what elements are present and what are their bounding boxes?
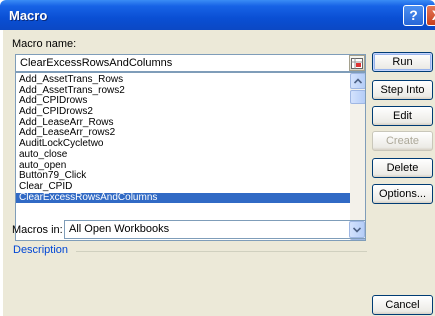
- description-divider: [76, 251, 367, 252]
- scroll-up-button[interactable]: [350, 73, 365, 89]
- macro-list-item[interactable]: Clear_CPID: [16, 181, 350, 193]
- macro-list-item[interactable]: auto_close: [16, 149, 350, 161]
- create-button[interactable]: Create: [372, 131, 433, 151]
- macros-in-label: Macros in:: [12, 224, 63, 236]
- chevron-down-icon: [353, 226, 361, 233]
- dialog-body: Macro name: ClearExcessRowsAndColumns Ad…: [3, 30, 435, 316]
- macro-list-item[interactable]: ClearExcessRowsAndColumns: [16, 192, 350, 204]
- window-title: Macro: [9, 8, 48, 23]
- step-into-button[interactable]: Step Into: [372, 80, 433, 100]
- macro-list[interactable]: Add_AssetTrans_Rows Add_AssetTrans_rows2 A…: [15, 72, 366, 241]
- description-label: Description: [13, 244, 69, 256]
- range-picker-icon: [351, 57, 363, 69]
- list-scrollbar[interactable]: [350, 73, 365, 240]
- options-button[interactable]: Options...: [372, 184, 433, 204]
- delete-button[interactable]: Delete: [372, 158, 433, 178]
- run-button[interactable]: Run: [372, 52, 433, 72]
- cancel-button[interactable]: Cancel: [372, 295, 433, 315]
- edit-button[interactable]: Edit: [372, 106, 433, 126]
- macros-in-dropdown-button[interactable]: [349, 221, 365, 238]
- chevron-up-icon: [354, 78, 362, 84]
- close-button[interactable]: X: [426, 5, 435, 26]
- scroll-thumb[interactable]: [350, 90, 365, 104]
- macros-in-select[interactable]: All Open Workbooks: [64, 220, 366, 239]
- help-button[interactable]: ?: [403, 5, 424, 26]
- macro-list-items: Add_AssetTrans_Rows Add_AssetTrans_rows2 A…: [16, 74, 350, 204]
- title-bar: Macro ? X: [0, 0, 435, 30]
- range-picker-button[interactable]: [349, 55, 365, 71]
- macro-name-label: Macro name:: [12, 38, 77, 50]
- macro-name-input[interactable]: ClearExcessRowsAndColumns: [15, 54, 366, 72]
